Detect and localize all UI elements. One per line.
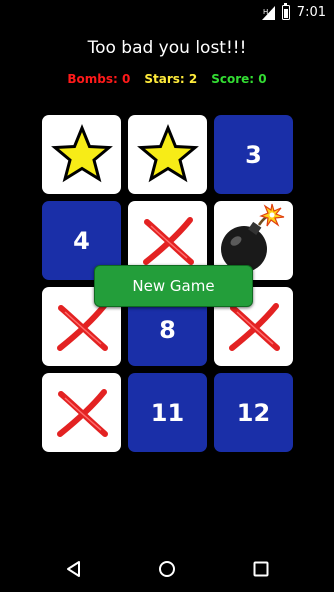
tile-number-label: 11 [150,398,185,427]
back-icon[interactable] [62,557,86,581]
battery-icon [281,2,290,20]
cross-icon [56,388,108,437]
stars-count: Stars: 2 [144,72,198,86]
cross-icon [142,216,194,265]
star-icon [50,123,113,182]
svg-text:H: H [263,8,268,16]
tile-star[interactable] [128,115,207,194]
tile-star[interactable] [42,115,121,194]
tile-number-label: 12 [236,398,271,427]
signal-icon: H [261,5,275,20]
tile-number-label: 8 [159,315,176,344]
status-bar: H 7:01 [0,0,334,24]
tile-number-label: 4 [73,226,90,255]
status-time: 7:01 [296,4,326,20]
score-bar: Bombs: 0 Stars: 2 Score: 0 [0,72,334,86]
tile-number[interactable]: 3 [214,115,293,194]
new-game-button[interactable]: New Game [94,265,253,307]
tile-cross[interactable] [42,373,121,452]
bombs-count: Bombs: 0 [67,72,131,86]
navigation-bar [0,546,334,592]
tile-number[interactable]: 11 [128,373,207,452]
score-count: Score: 0 [211,72,267,86]
tile-number[interactable]: 12 [214,373,293,452]
status-icons: H 7:01 [261,2,326,22]
recents-icon[interactable] [249,557,273,581]
star-icon [136,123,199,182]
home-icon[interactable] [155,557,179,581]
tile-number-label: 3 [245,140,262,169]
game-message: Too bad you lost!!! [87,38,247,58]
